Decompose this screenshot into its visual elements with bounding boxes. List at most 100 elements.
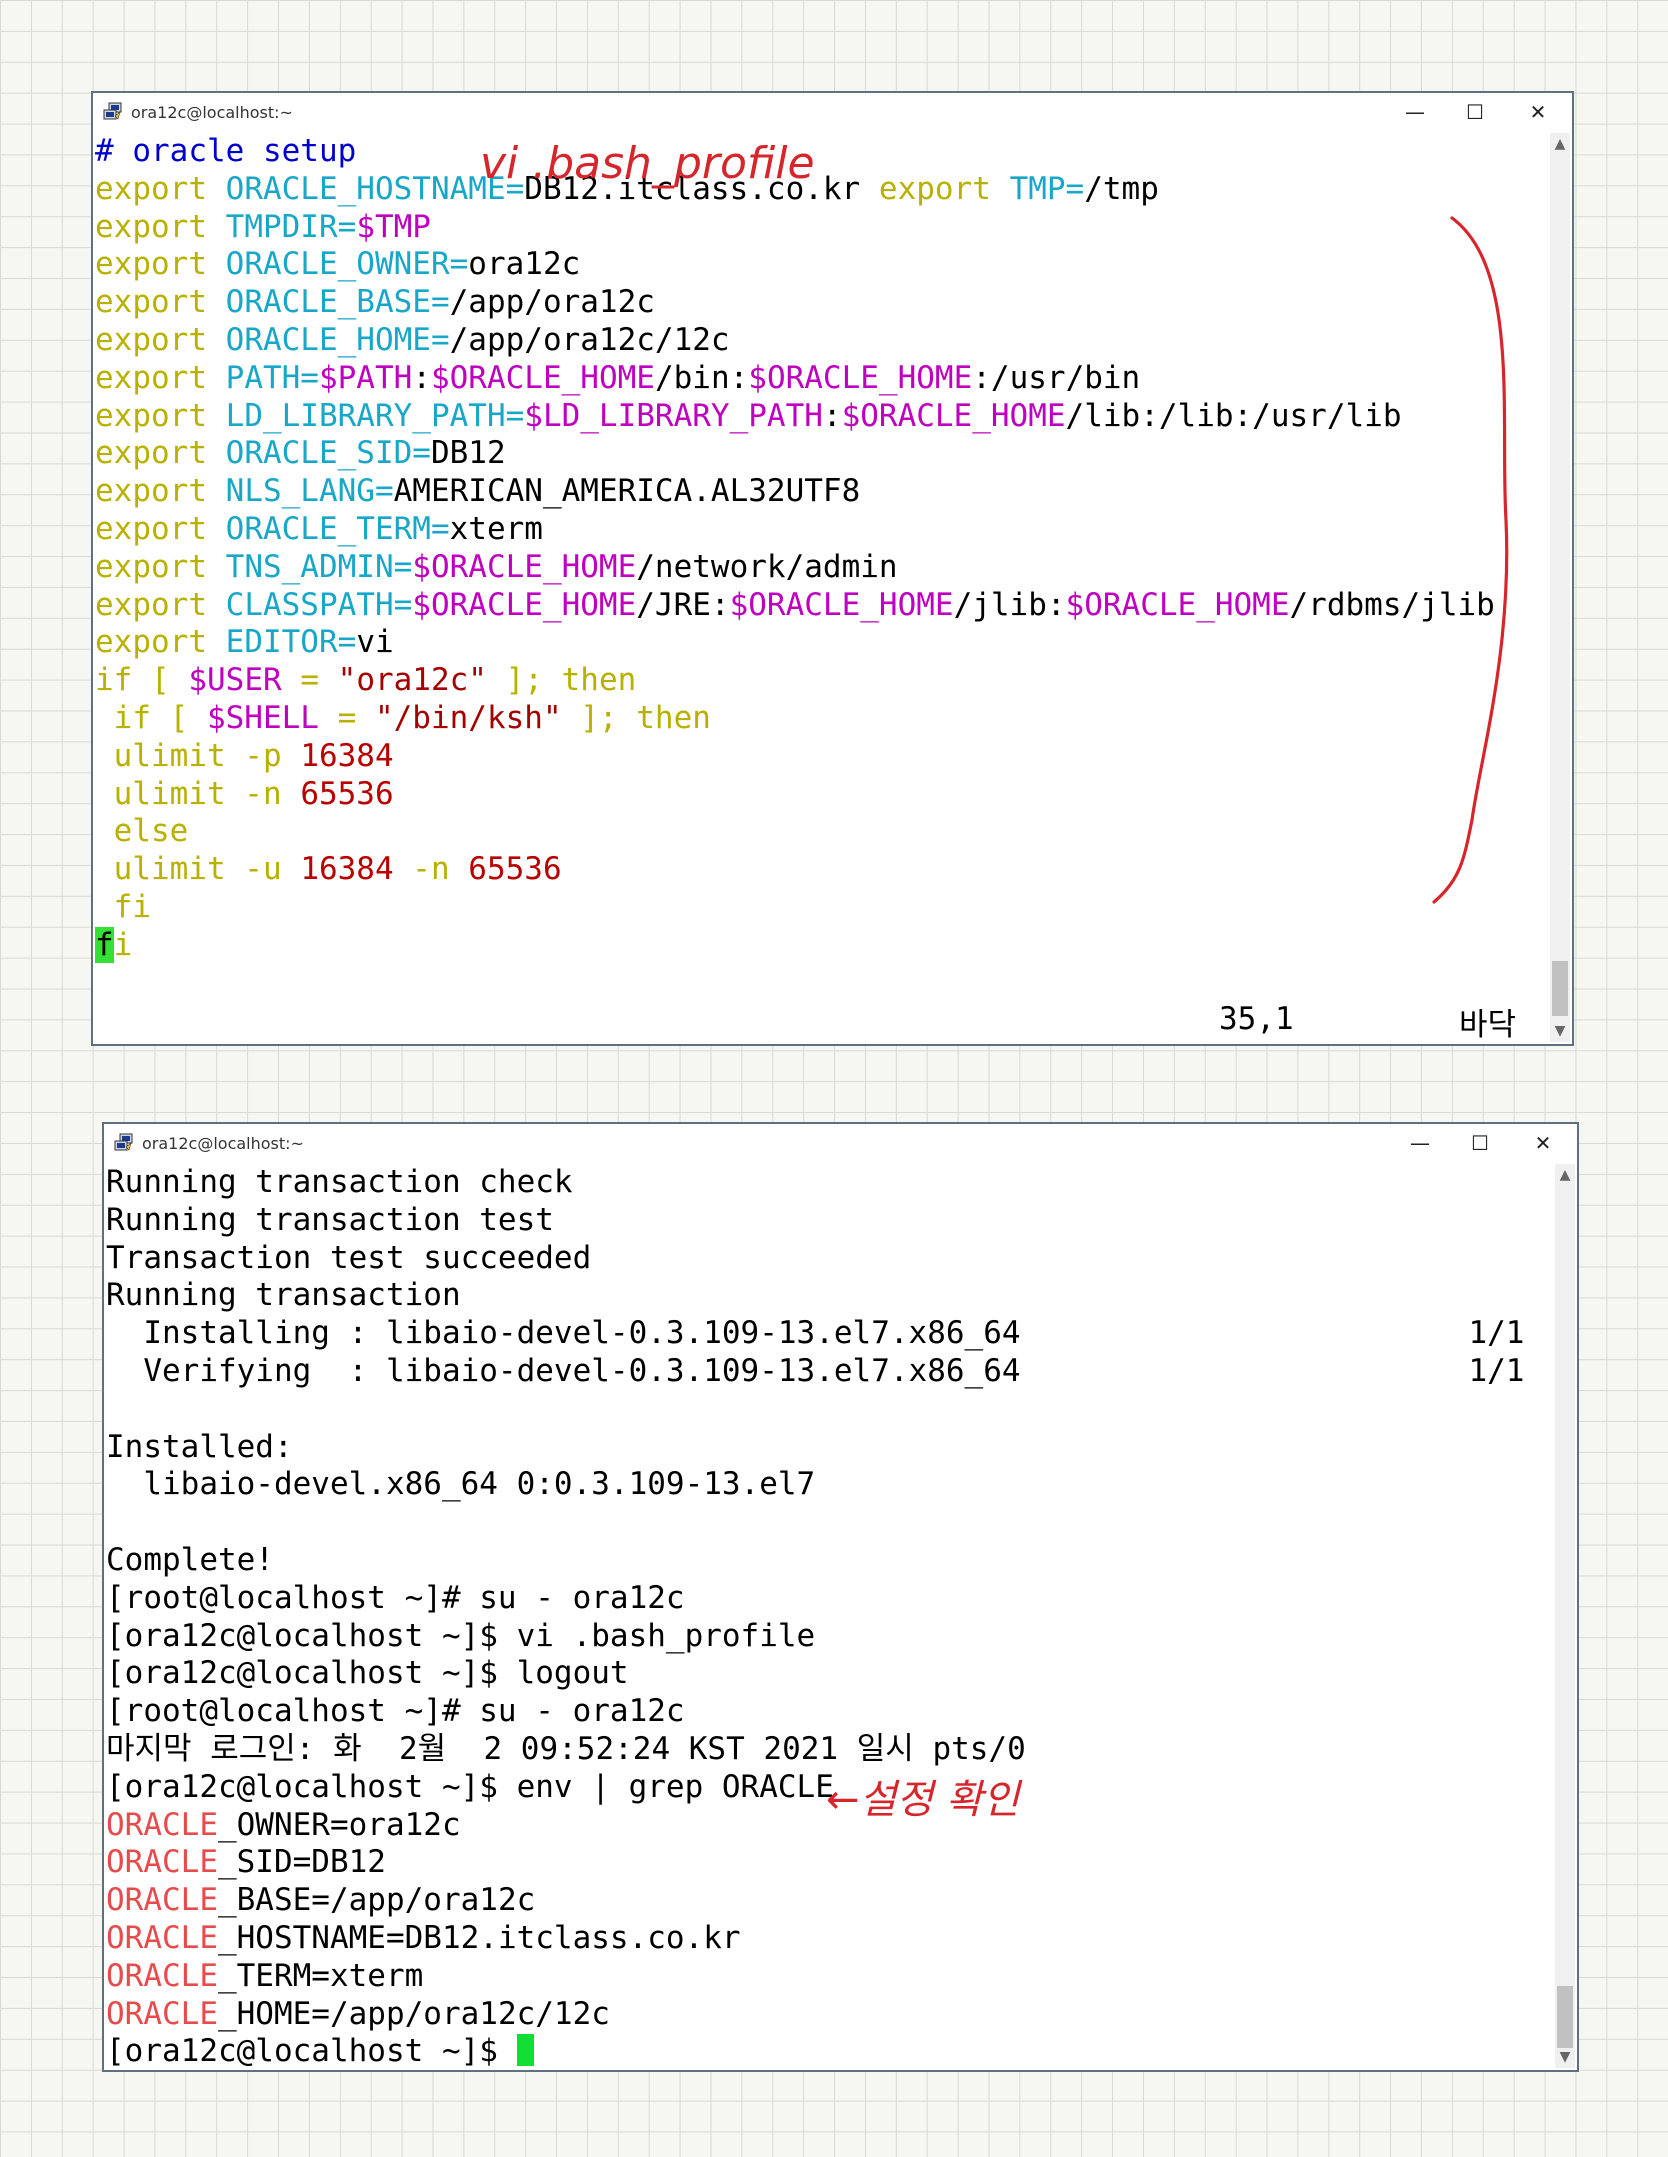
minimize-button[interactable]: — xyxy=(1385,93,1445,131)
terminal-line: ulimit -u 16384 -n 65536 xyxy=(95,851,1548,889)
terminal-text: EDITOR= xyxy=(225,624,357,661)
terminal-text: _TERM=xterm xyxy=(217,1957,424,1994)
terminal-window-vi[interactable]: ora12c@localhost:~ — ☐ ✕ # oracle setup e… xyxy=(91,91,1574,1046)
vi-editor-buffer[interactable]: # oracle setup export ORACLE_HOSTNAME=DB1… xyxy=(95,133,1548,1042)
terminal-line: export ORACLE_TERM=xterm xyxy=(95,511,1548,549)
terminal-text: 마지막 로그인: 화 2월 2 09:52:24 KST 2021 일시 pts… xyxy=(106,1730,1026,1767)
terminal-text: $ORACLE_HOME xyxy=(729,586,954,623)
terminal-text: : xyxy=(822,397,842,434)
terminal-text: $ORACLE_HOME xyxy=(412,586,637,623)
terminal-text: 65536 xyxy=(300,775,394,812)
maximize-button[interactable]: ☐ xyxy=(1445,93,1505,131)
terminal-line: ORACLE_OWNER=ora12c xyxy=(106,1807,1553,1845)
scroll-up-icon[interactable]: ▲ xyxy=(1555,1164,1575,1186)
title-bar[interactable]: ora12c@localhost:~ — ☐ ✕ xyxy=(104,1124,1577,1162)
terminal-text: :/usr/bin xyxy=(972,359,1141,396)
window-title: ora12c@localhost:~ xyxy=(131,103,293,122)
terminal-text: DB12.itclass.co.kr xyxy=(524,170,861,207)
terminal-line: export CLASSPATH=$ORACLE_HOME/JRE:$ORACL… xyxy=(95,587,1548,625)
terminal-text: AMERICAN_AMERICA.AL32UTF8 xyxy=(393,473,861,510)
terminal-text: $ORACLE_HOME xyxy=(430,359,655,396)
terminal-line: [root@localhost ~]# su - ora12c xyxy=(106,1580,1553,1618)
putty-icon xyxy=(114,1133,133,1151)
terminal-line: export LD_LIBRARY_PATH=$LD_LIBRARY_PATH:… xyxy=(95,398,1548,436)
terminal-text: _HOSTNAME=DB12.itclass.co.kr xyxy=(217,1919,741,1956)
title-bar[interactable]: ora12c@localhost:~ — ☐ ✕ xyxy=(93,93,1572,131)
terminal-text: /app/ora12c/12c xyxy=(449,321,730,358)
terminal-text: export xyxy=(95,208,207,245)
terminal-text: ora12c xyxy=(468,246,581,283)
terminal-text: /tmp xyxy=(1084,170,1159,207)
terminal-text: Running transaction test xyxy=(106,1201,554,1238)
terminal-line: export ORACLE_OWNER=ora12c xyxy=(95,246,1548,284)
scroll-down-icon[interactable]: ▼ xyxy=(1550,1020,1570,1042)
terminal-text: 65536 xyxy=(468,851,562,888)
terminal-text: ORACLE xyxy=(106,1957,218,1994)
terminal-text: ORACLE xyxy=(106,1844,218,1881)
terminal-text: export xyxy=(95,586,207,623)
scrollbar-thumb[interactable] xyxy=(1557,1986,1573,2048)
terminal-text: ORACLE_OWNER= xyxy=(225,246,469,283)
terminal-line: Running transaction xyxy=(106,1277,1553,1315)
terminal-text: TMP= xyxy=(1009,170,1085,207)
close-button[interactable]: ✕ xyxy=(1508,93,1568,131)
terminal-text: $ORACLE_HOME xyxy=(841,397,1066,434)
terminal-line: [ora12c@localhost ~]$ xyxy=(106,2033,1553,2070)
terminal-window-shell[interactable]: ora12c@localhost:~ — ☐ ✕ Running transac… xyxy=(102,1122,1579,2072)
terminal-text: Installing : libaio-devel-0.3.109-13.el7… xyxy=(106,1315,1525,1352)
terminal-text: fi xyxy=(95,888,151,925)
scroll-up-icon[interactable]: ▲ xyxy=(1550,133,1570,155)
terminal-text: CLASSPATH= xyxy=(225,586,413,623)
terminal-text: Running transaction xyxy=(106,1277,461,1314)
terminal-line: export TMPDIR=$TMP xyxy=(95,209,1548,247)
terminal-line: ORACLE_BASE=/app/ora12c xyxy=(106,1882,1553,1920)
scrollbar-thumb[interactable] xyxy=(1552,961,1568,1016)
terminal-line: fi xyxy=(95,889,1548,927)
terminal-text: export xyxy=(95,510,207,547)
terminal-text: export xyxy=(95,246,207,283)
terminal-text: Transaction test succeeded xyxy=(106,1239,592,1276)
terminal-line: else xyxy=(95,813,1548,851)
terminal-text: ORACLE_HOME= xyxy=(225,321,450,358)
terminal-text: $TMP xyxy=(356,208,431,245)
maximize-button[interactable]: ☐ xyxy=(1450,1124,1510,1162)
shell-output[interactable]: Running transaction check Running transac… xyxy=(106,1164,1553,2070)
terminal-text: ]; then xyxy=(486,662,637,699)
terminal-text: export xyxy=(95,473,207,510)
terminal-text: -n xyxy=(393,851,469,888)
terminal-text: export xyxy=(95,359,207,396)
terminal-text: ulimit -n xyxy=(95,775,301,812)
terminal-text: TNS_ADMIN= xyxy=(225,548,413,585)
terminal-text: [ora12c@localhost ~]$ env | grep ORACLE xyxy=(106,1768,834,1805)
terminal-text: vi xyxy=(356,624,394,661)
terminal-line: ORACLE_HOSTNAME=DB12.itclass.co.kr xyxy=(106,1920,1553,1958)
terminal-text: /lib:/lib:/usr/lib xyxy=(1065,397,1402,434)
terminal-text: PATH= xyxy=(225,359,319,396)
terminal-line: ORACLE_HOME=/app/ora12c/12c xyxy=(106,1996,1553,2034)
terminal-line: Running transaction test xyxy=(106,1202,1553,1240)
terminal-text: [ora12c@localhost ~]$ logout xyxy=(106,1655,629,1692)
terminal-line: Transaction test succeeded xyxy=(106,1240,1553,1278)
minimize-button[interactable]: — xyxy=(1390,1124,1450,1162)
scrollbar[interactable]: ▲ ▼ xyxy=(1550,133,1570,1042)
scroll-down-icon[interactable]: ▼ xyxy=(1555,2046,1575,2068)
terminal-text: NLS_LANG= xyxy=(225,473,394,510)
terminal-text: ORACLE_TERM= xyxy=(225,510,450,547)
text-cursor: f xyxy=(95,926,114,963)
terminal-text: [ora12c@localhost ~]$ xyxy=(106,2033,517,2070)
scrollbar[interactable]: ▲ ▼ xyxy=(1555,1164,1575,2068)
terminal-text: ulimit -p xyxy=(95,737,301,774)
terminal-line: Installing : libaio-devel-0.3.109-13.el7… xyxy=(106,1315,1553,1353)
terminal-text: $ORACLE_HOME xyxy=(1065,586,1290,623)
terminal-line: ORACLE_TERM=xterm xyxy=(106,1958,1553,1996)
terminal-text: = xyxy=(318,699,375,736)
terminal-text: export xyxy=(95,624,207,661)
terminal-text: xterm xyxy=(449,510,543,547)
terminal-line: if [ $SHELL = "/bin/ksh" ]; then xyxy=(95,700,1548,738)
close-button[interactable]: ✕ xyxy=(1513,1124,1573,1162)
terminal-text: _OWNER=ora12c xyxy=(217,1806,461,1843)
